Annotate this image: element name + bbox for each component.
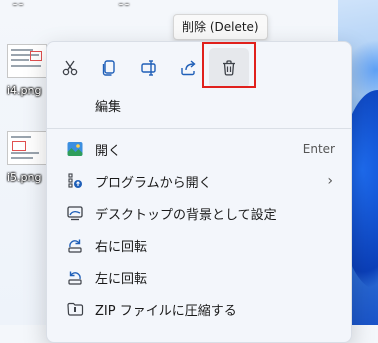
cut-button[interactable] <box>50 48 90 88</box>
context-menu-toolbar <box>47 42 351 92</box>
menu-item-label: デスクトップの背景として設定 <box>95 207 277 223</box>
open-with-icon <box>68 173 82 188</box>
rename-button[interactable] <box>129 48 169 88</box>
menu-item-edit[interactable]: 編集 <box>51 90 347 120</box>
delete-tooltip: 削除 (Delete) <box>173 14 268 40</box>
menu-item-label: ZIP ファイルに圧縮する <box>95 303 237 319</box>
menu-item-open-with[interactable]: プログラムから開く › <box>51 166 347 196</box>
image-thumbnail <box>7 131 47 165</box>
desktop-background-icon <box>67 206 83 221</box>
desktop-file-label: i4.png <box>7 84 42 97</box>
menu-item-shortcut: Enter <box>302 142 335 156</box>
menu-item-label: 編集 <box>95 99 122 115</box>
image-thumbnail <box>7 44 47 78</box>
desktop-file-label-partial: ˍˍ <box>12 0 24 6</box>
menu-item-set-desktop-background[interactable]: デスクトップの背景として設定 <box>51 198 347 228</box>
rotate-right-icon <box>68 239 82 253</box>
desktop-file-i5[interactable]: i5.png <box>7 131 47 184</box>
rename-icon <box>141 60 156 76</box>
desktop-file-label: i5.png <box>7 171 42 184</box>
zip-icon <box>67 302 84 316</box>
menu-item-label: 開く <box>95 143 122 159</box>
menu-item-label: 右に回転 <box>95 239 148 255</box>
menu-item-compress-zip[interactable]: ZIP ファイルに圧縮する <box>51 294 347 324</box>
copy-icon <box>102 60 115 76</box>
menu-item-open[interactable]: 開く Enter <box>51 134 347 164</box>
delete-highlight-box <box>202 42 256 88</box>
desktop-file-i4[interactable]: i4.png <box>7 44 47 97</box>
menu-separator <box>47 128 351 129</box>
desktop-file-label-partial: ˍˍ <box>118 0 130 6</box>
menu-item-rotate-right[interactable]: 右に回転 <box>51 230 347 260</box>
scissors-icon <box>62 60 78 76</box>
share-icon <box>181 60 196 76</box>
photos-app-icon <box>67 142 83 156</box>
rotate-left-icon <box>68 271 82 285</box>
context-menu: 編集 開く Enter プログラムから開く › デスクトップの背景として設定 右… <box>46 41 352 343</box>
menu-item-rotate-left[interactable]: 左に回転 <box>51 262 347 292</box>
copy-button[interactable] <box>89 48 129 88</box>
menu-item-label: 左に回転 <box>95 271 148 287</box>
chevron-right-icon: › <box>327 173 333 189</box>
menu-item-label: プログラムから開く <box>95 175 212 191</box>
